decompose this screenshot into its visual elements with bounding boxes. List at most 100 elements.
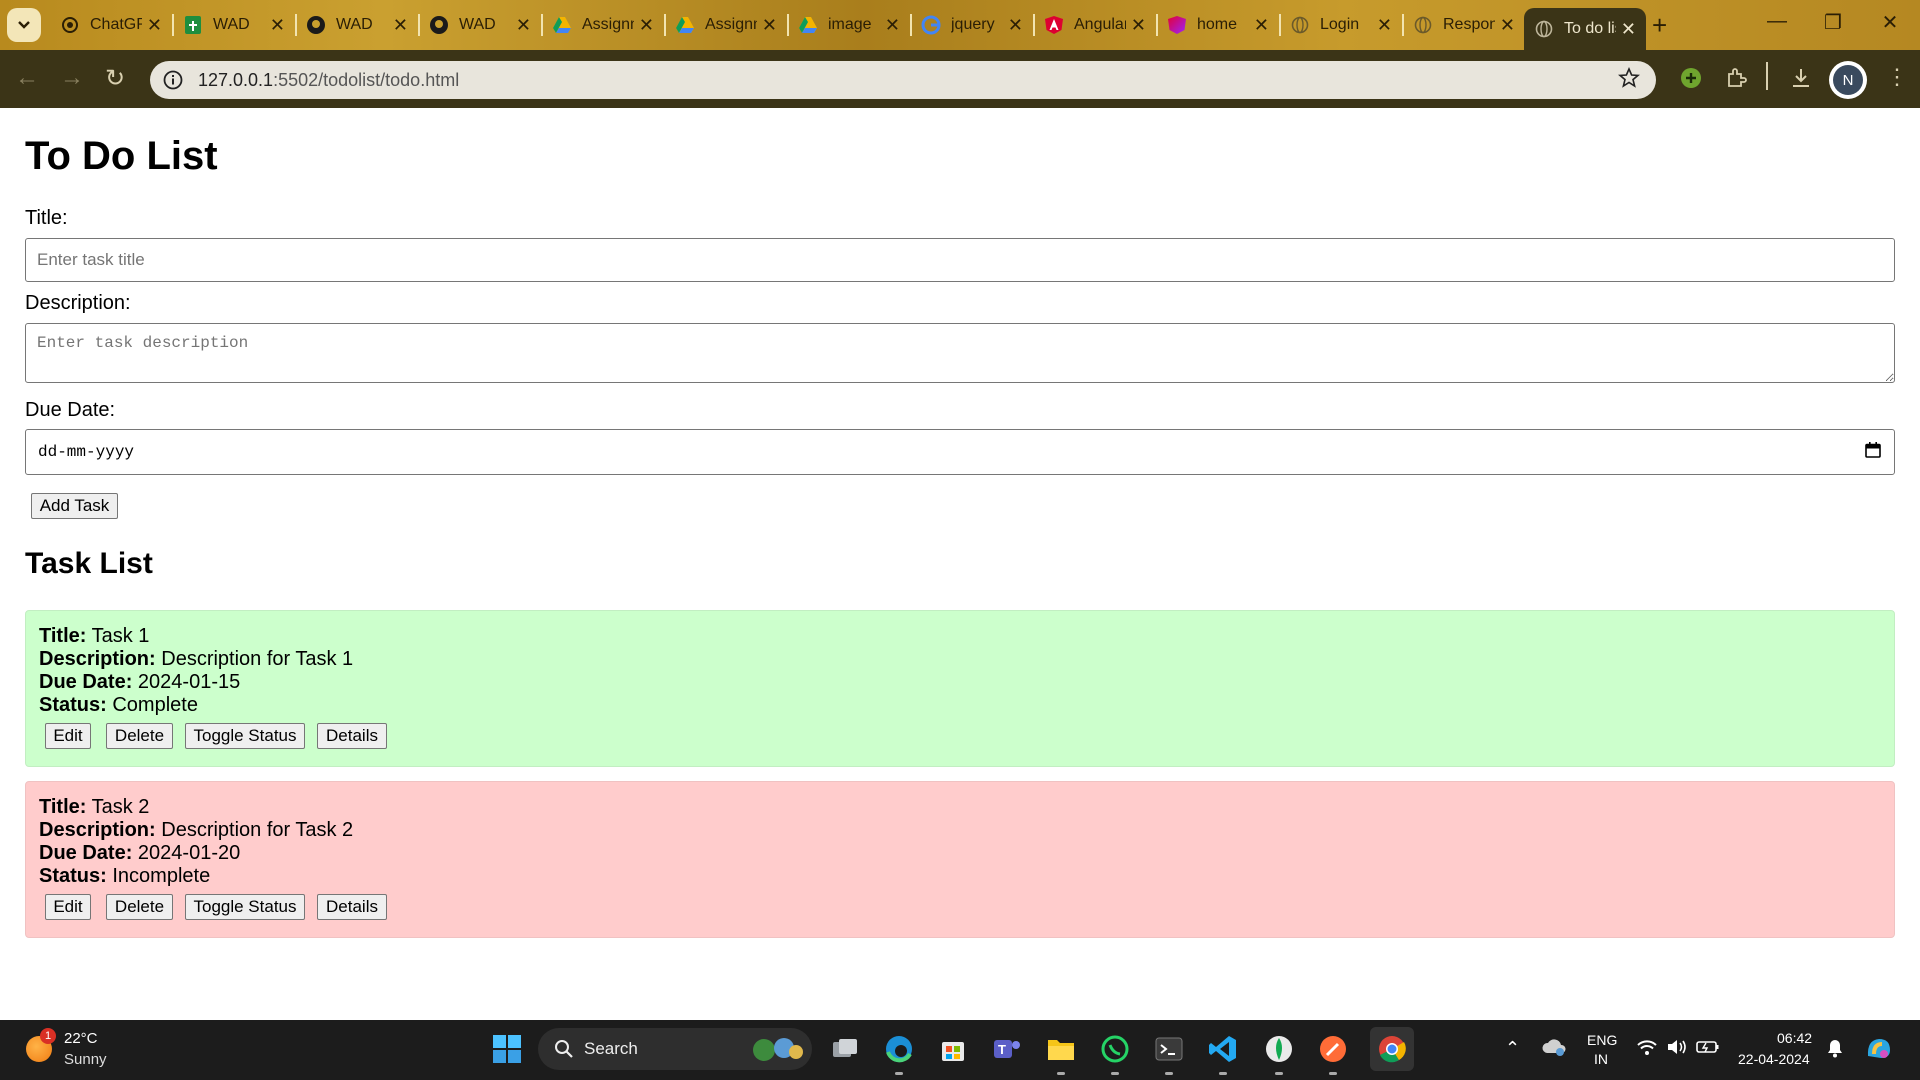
minimize-button[interactable]: —	[1762, 10, 1792, 33]
task-description-line: Description: Description for Task 2	[39, 819, 354, 841]
address-bar[interactable]: 127.0.0.1:5502/todolist/todo.html	[150, 61, 1656, 99]
browser-menu-icon[interactable]: ⋮	[1886, 64, 1908, 90]
vscode-icon[interactable]	[1206, 1032, 1240, 1075]
tab-search-button[interactable]	[7, 8, 41, 42]
notification-bell-icon[interactable]	[1826, 1038, 1844, 1062]
task-due-line: Due Date: 2024-01-20	[39, 842, 241, 864]
tab-responsive[interactable]: Responsive ✕	[1403, 6, 1525, 44]
edge-icon[interactable]	[882, 1032, 916, 1075]
close-icon[interactable]: ✕	[1377, 15, 1392, 36]
toggle-status-button[interactable]: Toggle Status	[185, 723, 305, 749]
chevron-down-icon	[18, 21, 30, 29]
tab-drive-2[interactable]: Assignment ✕	[665, 6, 789, 44]
new-tab-button[interactable]: +	[1652, 10, 1667, 41]
teams-icon[interactable]: T	[990, 1032, 1024, 1066]
tab-github-1[interactable]: WAD ✕	[296, 6, 420, 44]
extensions-puzzle-icon[interactable]	[1724, 66, 1748, 95]
weather-description: Sunny	[64, 1051, 107, 1068]
add-task-button[interactable]: Add Task	[31, 493, 118, 519]
tab-drive-1[interactable]: Assignment ✕	[542, 6, 666, 44]
close-icon[interactable]: ✕	[1254, 15, 1269, 36]
mongodb-compass-icon[interactable]	[1262, 1032, 1296, 1075]
forward-button[interactable]: →	[60, 64, 84, 92]
close-icon[interactable]: ✕	[885, 15, 900, 36]
task-list-heading: Task List	[25, 547, 153, 580]
language-bottom[interactable]: IN	[1594, 1051, 1608, 1067]
windows-taskbar: 1 22°C Sunny Search T ⌃ ENG IN 06:42 22-…	[0, 1020, 1920, 1080]
window-close-button[interactable]: ✕	[1875, 10, 1905, 35]
terminal-icon[interactable]	[1152, 1032, 1186, 1075]
edit-button[interactable]: Edit	[45, 894, 91, 920]
tab-label: WAD	[213, 16, 250, 33]
volume-icon[interactable]	[1666, 1038, 1688, 1060]
show-hidden-icons-chevron[interactable]: ⌃	[1505, 1038, 1520, 1059]
wifi-icon[interactable]	[1636, 1038, 1658, 1060]
site-info-icon[interactable]	[162, 69, 184, 91]
tab-angular[interactable]: Angular ✕	[1034, 6, 1158, 44]
due-date-input[interactable]: dd-mm-yyyy	[25, 429, 1895, 475]
tab-github-2[interactable]: WAD ✕	[419, 6, 543, 44]
tab-label: To do list	[1564, 20, 1616, 37]
drive-icon	[552, 15, 572, 35]
battery-icon[interactable]	[1696, 1039, 1720, 1059]
close-icon[interactable]: ✕	[1008, 15, 1023, 36]
close-icon[interactable]: ✕	[1131, 15, 1146, 36]
close-icon[interactable]: ✕	[1621, 19, 1636, 40]
close-icon[interactable]: ✕	[270, 15, 285, 36]
tab-label: Angular	[1074, 16, 1126, 33]
reload-button[interactable]: ↻	[105, 64, 125, 93]
postman-icon[interactable]	[1316, 1032, 1350, 1075]
close-icon[interactable]: ✕	[393, 15, 408, 36]
delete-button[interactable]: Delete	[106, 894, 173, 920]
task-card-incomplete: Title: Task 2 Description: Description f…	[25, 781, 1895, 938]
avatar-initial: N	[1833, 65, 1863, 95]
tab-label: ChatGPT	[90, 16, 142, 33]
store-icon[interactable]	[936, 1032, 970, 1066]
profile-avatar[interactable]: N	[1829, 61, 1867, 99]
task-status-line: Status: Incomplete	[39, 865, 211, 887]
close-icon[interactable]: ✕	[1500, 15, 1515, 36]
svg-text:T: T	[998, 1042, 1006, 1057]
language-top[interactable]: ENG	[1587, 1032, 1617, 1048]
details-button[interactable]: Details	[317, 894, 387, 920]
edit-button[interactable]: Edit	[45, 723, 91, 749]
copilot-icon[interactable]	[1864, 1034, 1894, 1066]
clock-time[interactable]: 06:42	[1777, 1030, 1812, 1046]
close-icon[interactable]: ✕	[147, 15, 162, 36]
task-title-input[interactable]	[25, 238, 1895, 282]
tab-chatgpt[interactable]: ChatGPT ✕	[50, 6, 174, 44]
tab-todo-active[interactable]: To do list ✕	[1524, 8, 1646, 50]
file-explorer-icon[interactable]	[1044, 1032, 1078, 1075]
close-icon[interactable]: ✕	[762, 15, 777, 36]
close-icon[interactable]: ✕	[639, 15, 654, 36]
tab-label: Assignment	[705, 16, 757, 33]
due-date-label: Due Date:	[25, 399, 116, 421]
tab-drive-3[interactable]: image ✕	[788, 6, 912, 44]
close-icon[interactable]: ✕	[516, 15, 531, 36]
clock-date[interactable]: 22-04-2024	[1738, 1051, 1810, 1067]
tab-google[interactable]: jquery ✕	[911, 6, 1035, 44]
toggle-status-button[interactable]: Toggle Status	[185, 894, 305, 920]
start-button[interactable]	[490, 1032, 524, 1066]
chrome-icon[interactable]	[1370, 1027, 1414, 1071]
download-icon[interactable]	[1789, 66, 1813, 95]
drive-icon	[798, 15, 818, 35]
task-view-icon[interactable]	[828, 1032, 862, 1066]
whatsapp-icon[interactable]	[1098, 1032, 1132, 1075]
calendar-icon[interactable]	[1864, 441, 1882, 464]
back-button[interactable]: ←	[15, 64, 39, 92]
task-card-complete: Title: Task 1 Description: Description f…	[25, 610, 1895, 767]
tab-home[interactable]: home ✕	[1157, 6, 1281, 44]
tab-label: Login	[1320, 16, 1360, 33]
bookmark-star-icon[interactable]	[1617, 66, 1641, 94]
restore-button[interactable]: ❐	[1818, 10, 1848, 35]
task-title-line: Title: Task 2	[39, 796, 150, 818]
delete-button[interactable]: Delete	[106, 723, 173, 749]
extension-plus-icon[interactable]	[1679, 66, 1703, 95]
taskbar-search[interactable]: Search	[538, 1028, 812, 1070]
onedrive-cloud-icon[interactable]	[1541, 1037, 1567, 1061]
task-description-input[interactable]	[25, 323, 1895, 383]
tab-login[interactable]: Login ✕	[1280, 6, 1404, 44]
details-button[interactable]: Details	[317, 723, 387, 749]
tab-sheets[interactable]: WAD ✕	[173, 6, 297, 44]
